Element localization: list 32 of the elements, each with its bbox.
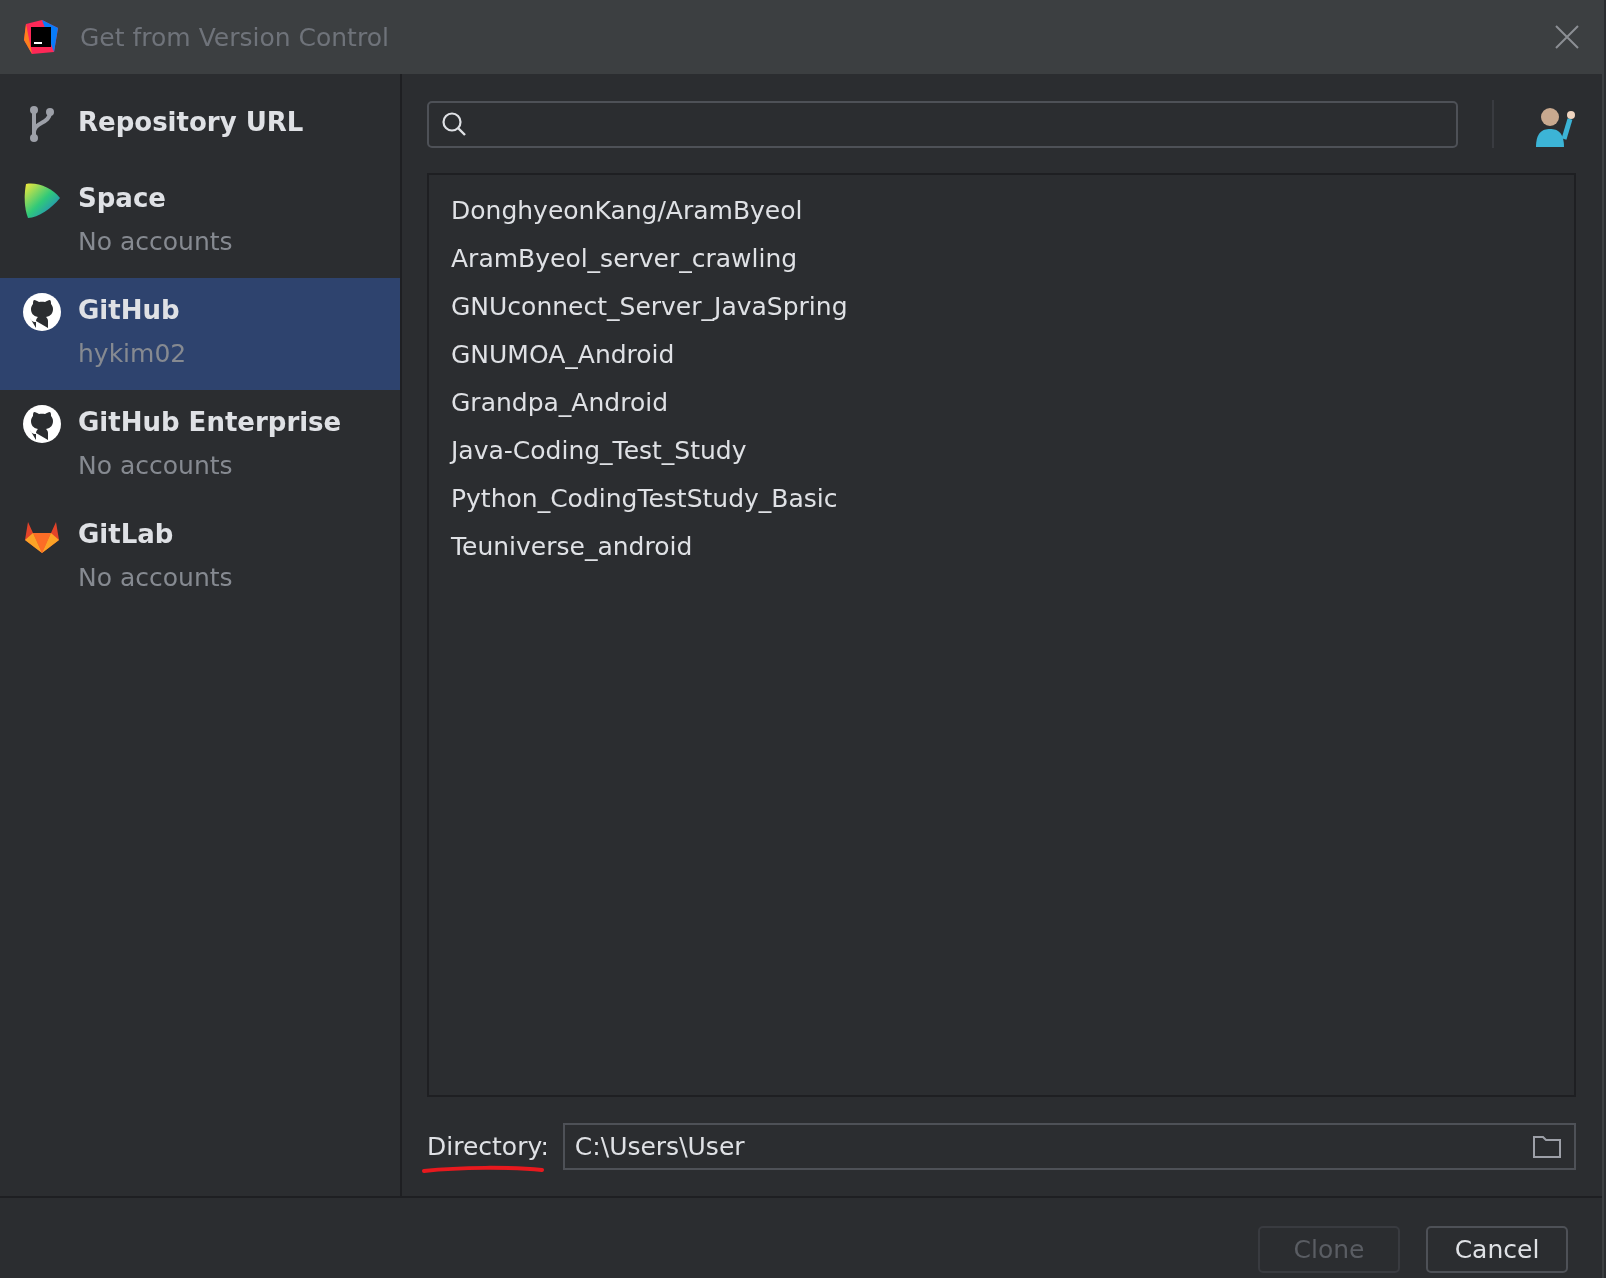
sidebar-item[interactable]: Space No accounts xyxy=(0,166,400,278)
repository-item[interactable]: GNUconnect_Server_JavaSpring xyxy=(429,283,1574,331)
account-label: No accounts xyxy=(78,451,234,480)
repository-item[interactable]: Java-Coding_Test_Study xyxy=(429,427,1574,475)
account-label: No accounts xyxy=(78,563,233,592)
window-title: Get from Version Control xyxy=(80,22,390,52)
repository-item[interactable]: AramByeol_server_crawling xyxy=(429,235,1574,283)
directory-label: Directory: xyxy=(427,1131,549,1161)
app-logo-icon xyxy=(22,18,60,56)
repository-item[interactable]: Teuniverse_android xyxy=(429,523,1574,571)
close-icon[interactable] xyxy=(1554,24,1580,50)
repository-item[interactable]: GNUMOA_Android xyxy=(429,331,1574,379)
search-field[interactable] xyxy=(427,100,1458,148)
provider-label: Repository URL xyxy=(78,107,304,137)
sidebar-item[interactable]: GitLab No accounts xyxy=(0,502,400,614)
search-icon xyxy=(441,110,467,137)
repository-item[interactable]: Python_CodingTestStudy_Basic xyxy=(429,475,1574,523)
sidebar-item[interactable]: GitHub hykim02 xyxy=(0,278,400,390)
account-label: hykim02 xyxy=(78,339,187,368)
github-logo-icon xyxy=(22,292,62,332)
github-logo-icon xyxy=(22,404,62,444)
cancel-button[interactable]: Cancel xyxy=(1426,1225,1568,1273)
provider-label: GitHub Enterprise xyxy=(78,407,342,437)
sidebar-item[interactable]: Repository URL xyxy=(0,90,400,166)
directory-field[interactable]: C:\Users\User xyxy=(562,1122,1576,1170)
provider-label: GitHub xyxy=(78,295,181,325)
repository-item[interactable]: Grandpa_Android xyxy=(429,379,1574,427)
account-label: No accounts xyxy=(78,227,233,256)
sidebar-item[interactable]: GitHub Enterprise No accounts xyxy=(0,390,400,502)
provider-label: Space xyxy=(78,183,167,213)
repository-item[interactable]: DonghyeonKang/AramByeol xyxy=(429,187,1574,235)
provider-label: GitLab xyxy=(78,519,175,549)
